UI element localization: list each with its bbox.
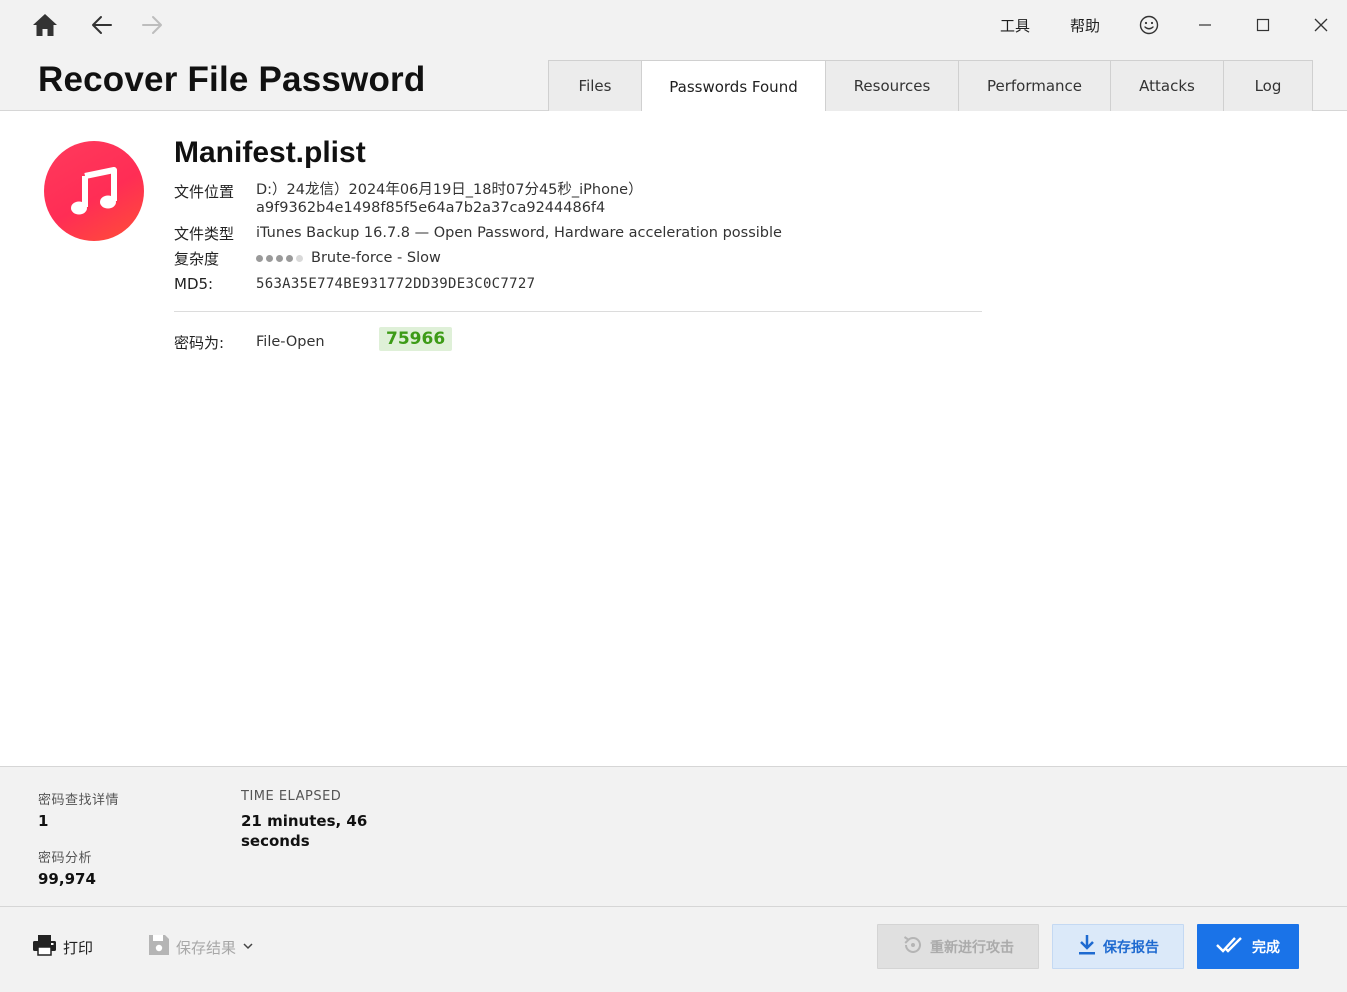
- found-password[interactable]: 75966: [379, 327, 453, 351]
- location-line-2: a9f9362b4e1498f85f5e64a7b2a37ca9244486f4: [256, 200, 606, 216]
- tab-resources[interactable]: Resources: [825, 60, 959, 111]
- complexity-text: Brute-force - Slow: [311, 250, 441, 266]
- rating-dot: [276, 254, 283, 262]
- double-check-icon: [1216, 936, 1246, 958]
- tab-attacks[interactable]: Attacks: [1110, 60, 1224, 111]
- tab-passwords-found[interactable]: Passwords Found: [641, 60, 826, 112]
- time-elapsed-line-2: seconds: [241, 832, 310, 850]
- header: 工具 帮助 Recover File Password Files Passwo…: [0, 0, 1347, 112]
- rating-dot: [286, 254, 293, 262]
- music-note-icon: [44, 141, 144, 241]
- smiley-icon[interactable]: [1136, 12, 1162, 38]
- md5-value: 563A35E774BE931772DD39DE3C0C7727: [256, 276, 536, 292]
- tab-files[interactable]: Files: [548, 60, 642, 111]
- passwords-found-value: 1: [38, 812, 49, 830]
- home-icon[interactable]: [30, 10, 60, 40]
- chevron-down-icon: [242, 938, 254, 956]
- save-report-button[interactable]: 保存报告: [1052, 924, 1184, 969]
- download-icon: [1077, 934, 1097, 960]
- rating-dot: [296, 254, 303, 262]
- time-elapsed-label: TIME ELAPSED: [241, 789, 342, 804]
- complexity-label: 复杂度: [174, 250, 220, 268]
- tools-menu[interactable]: 工具: [1000, 15, 1030, 36]
- print-label: 打印: [63, 938, 94, 957]
- time-elapsed-line-1: 21 minutes, 46: [241, 812, 368, 830]
- maximize-icon[interactable]: [1250, 12, 1276, 38]
- rating-dot: [266, 254, 273, 262]
- restart-attack-button[interactable]: 重新进行攻击: [877, 924, 1039, 969]
- restart-icon: [902, 934, 924, 960]
- floppy-disk-icon: [148, 934, 170, 960]
- password-label: 密码为:: [174, 334, 225, 352]
- location-label: 文件位置: [174, 183, 235, 201]
- file-type-label: 文件类型: [174, 225, 235, 243]
- password-type: File-Open: [256, 334, 325, 350]
- complexity-value: Brute-force - Slow: [256, 249, 441, 267]
- password-result-panel: Manifest.plist 文件位置 D:）24龙信）2024年06月19日_…: [0, 111, 1347, 766]
- divider: [174, 311, 982, 312]
- print-button[interactable]: 打印: [32, 933, 93, 961]
- done-button[interactable]: 完成: [1197, 924, 1299, 969]
- passwords-found-label: 密码查找详情: [38, 793, 120, 808]
- restart-attack-label: 重新进行攻击: [930, 939, 1014, 956]
- save-report-label: 保存报告: [1103, 939, 1159, 956]
- md5-label: MD5:: [174, 275, 214, 293]
- help-menu[interactable]: 帮助: [1070, 15, 1100, 36]
- close-icon[interactable]: [1308, 12, 1334, 38]
- tab-performance[interactable]: Performance: [958, 60, 1111, 111]
- passwords-analyzed-label: 密码分析: [38, 851, 93, 866]
- back-arrow-icon[interactable]: [87, 10, 117, 40]
- printer-icon: [32, 934, 57, 960]
- statistics-panel: 密码查找详情 1 密码分析 99,974 TIME ELAPSED 21 min…: [0, 766, 1347, 907]
- footer: 打印 保存结果 重新进行攻击 保存报告 完成: [0, 907, 1347, 992]
- page-title: Recover File Password: [38, 60, 426, 99]
- save-results-label: 保存结果: [176, 938, 237, 957]
- complexity-rating-dots: [256, 254, 303, 262]
- time-elapsed-value: 21 minutes, 46 seconds: [241, 811, 367, 851]
- file-type-value: iTunes Backup 16.7.8 — Open Password, Ha…: [256, 225, 782, 241]
- forward-arrow-icon[interactable]: [137, 10, 167, 40]
- location-line-1: D:）24龙信）2024年06月19日_18时07分45秒_iPhone）: [256, 182, 643, 198]
- passwords-analyzed-value: 99,974: [38, 870, 96, 888]
- location-value: D:）24龙信）2024年06月19日_18时07分45秒_iPhone） a9…: [256, 181, 643, 217]
- tab-log[interactable]: Log: [1223, 60, 1313, 111]
- save-results-dropdown[interactable]: 保存结果: [148, 933, 254, 961]
- rating-dot: [256, 254, 263, 262]
- file-name: Manifest.plist: [174, 136, 366, 169]
- done-label: 完成: [1252, 939, 1280, 956]
- minimize-icon[interactable]: [1192, 12, 1218, 38]
